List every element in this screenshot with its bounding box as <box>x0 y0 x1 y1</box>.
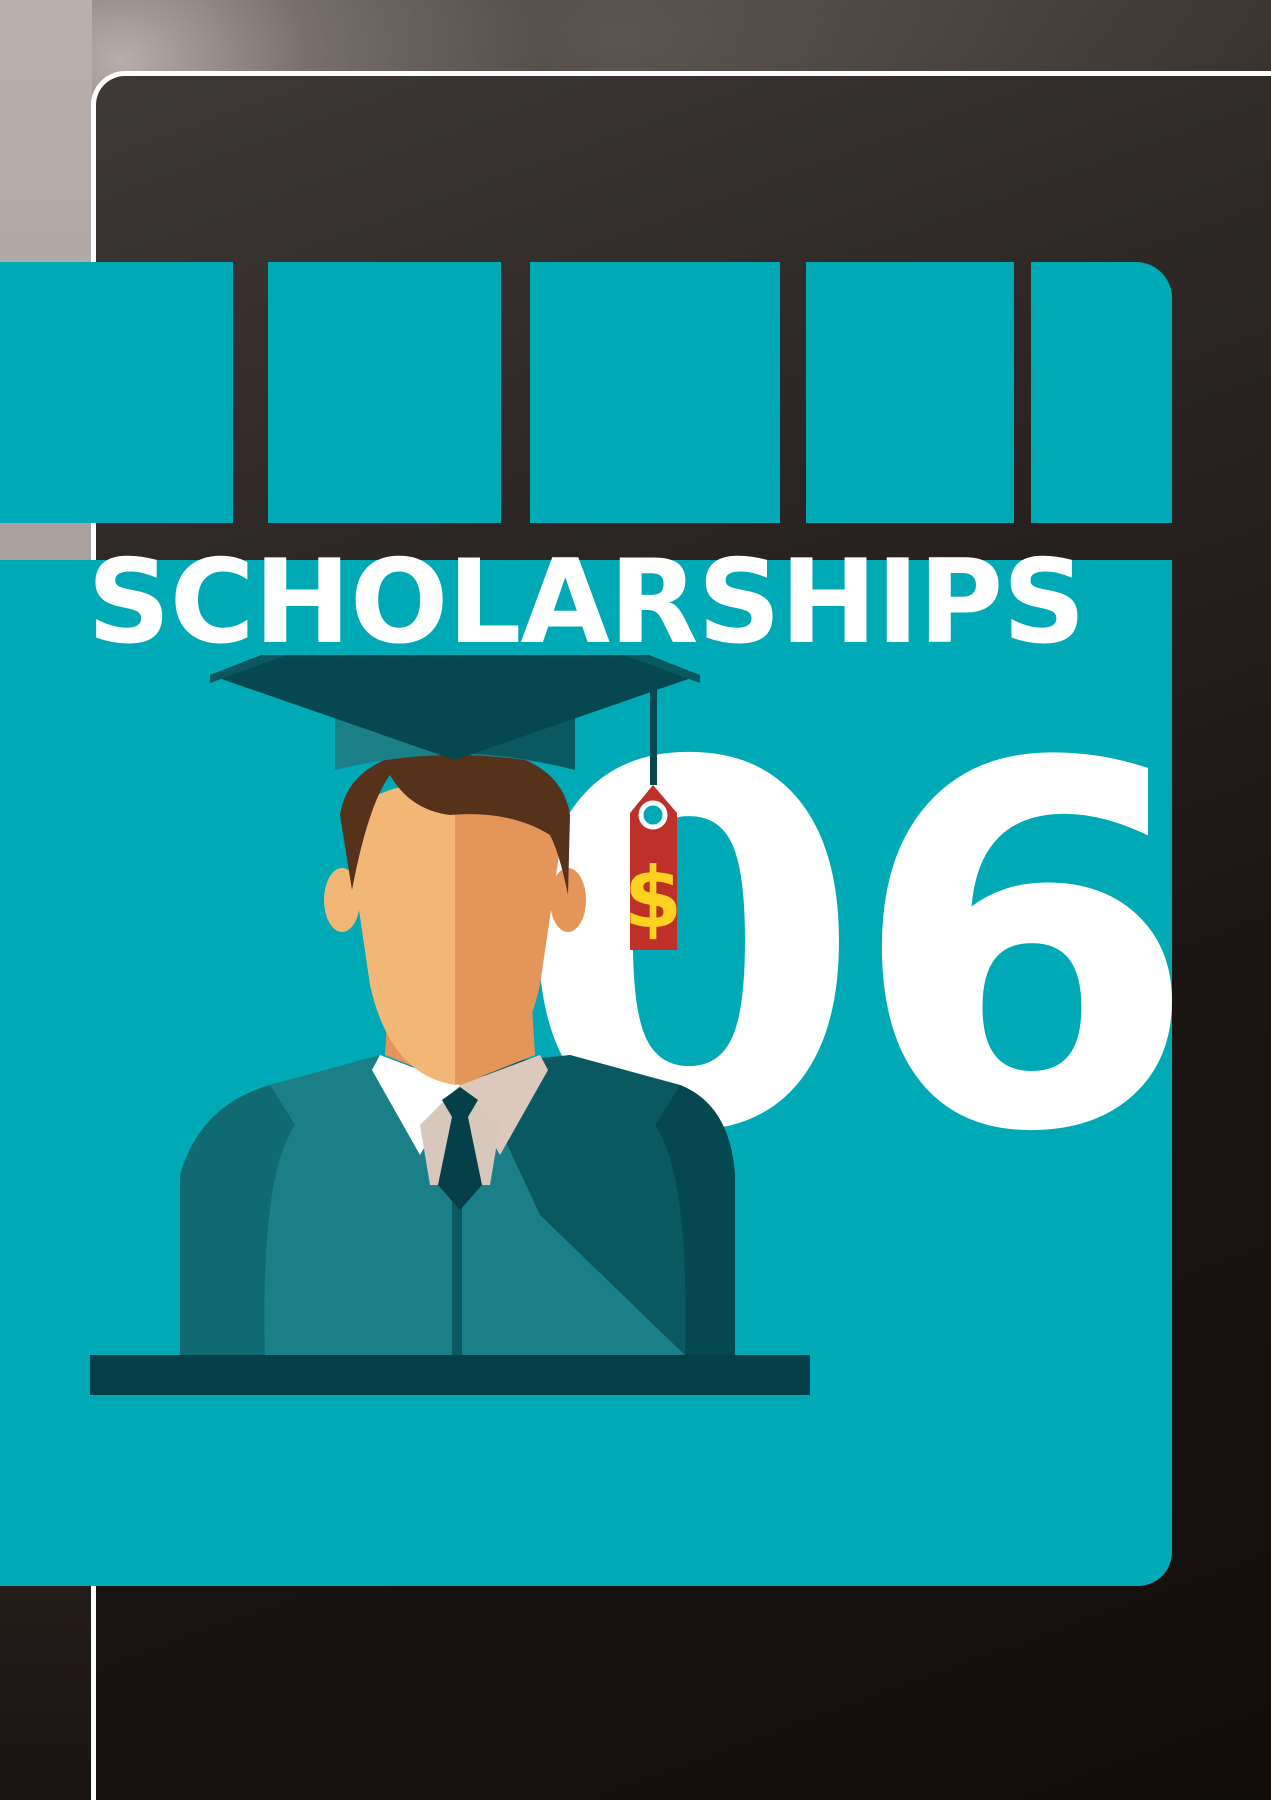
teal-header-block-2 <box>268 262 501 523</box>
teal-header-block-4 <box>806 262 1014 523</box>
price-tag-hole <box>638 800 668 830</box>
tassel-cord <box>650 675 657 785</box>
dollar-sign-icon: $ <box>624 849 682 947</box>
page-title: SCHOLARSHIPS <box>87 535 1086 670</box>
teal-header-block-1 <box>0 262 233 523</box>
scholarships-card-page: SCHOLARSHIPS 06 $ <box>0 0 1271 1800</box>
podium <box>90 1355 810 1395</box>
teal-header-block-5 <box>1031 262 1172 523</box>
mortarboard <box>210 655 700 760</box>
graduate-student-icon: $ <box>90 655 810 1395</box>
teal-header-block-3 <box>530 262 780 523</box>
